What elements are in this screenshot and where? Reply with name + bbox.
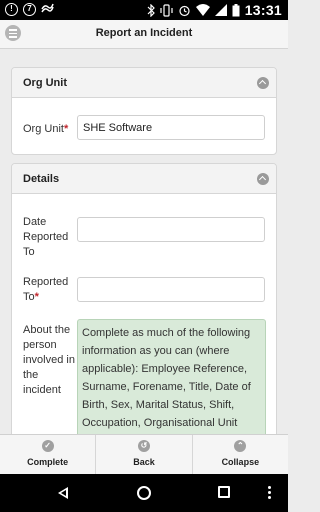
nav-home-icon[interactable] bbox=[137, 486, 151, 500]
status-bar-left: ! 7 bbox=[5, 3, 54, 16]
person-involved-label: About the person involved in the inciden… bbox=[23, 324, 75, 396]
org-unit-section: Org Unit Org Unit* bbox=[11, 67, 277, 155]
back-button-label: Back bbox=[133, 457, 155, 467]
org-unit-field[interactable] bbox=[77, 115, 265, 140]
nav-more-icon[interactable] bbox=[268, 486, 272, 500]
details-section: Details Date Reported To Reported To* Ab… bbox=[11, 163, 277, 434]
battery-icon bbox=[232, 3, 240, 16]
vibrate-icon bbox=[160, 3, 173, 17]
app-header: Report an Incident bbox=[0, 20, 288, 49]
org-unit-section-title: Org Unit bbox=[23, 77, 67, 89]
system-nav-bar bbox=[0, 474, 288, 512]
notification-7-icon: 7 bbox=[23, 3, 36, 16]
complete-button-label: Complete bbox=[27, 457, 69, 467]
person-involved-note: Complete as much of the following inform… bbox=[77, 319, 266, 434]
date-reported-to-label: Date Reported To bbox=[23, 216, 69, 258]
org-unit-label: Org Unit* bbox=[23, 123, 69, 135]
collapse-button-label: Collapse bbox=[221, 457, 260, 467]
back-arrow-icon: ↺ bbox=[137, 440, 150, 452]
required-mark: * bbox=[63, 123, 69, 135]
status-bar-right: 13:31 bbox=[147, 2, 282, 18]
details-section-header[interactable]: Details bbox=[12, 164, 276, 194]
usb-icon bbox=[41, 3, 54, 13]
form-content[interactable]: Org Unit Org Unit* Details Date Reported… bbox=[0, 50, 288, 434]
collapse-chevron-up-icon[interactable] bbox=[257, 77, 269, 89]
notification-badge-icon: ! bbox=[5, 3, 18, 16]
required-mark: * bbox=[34, 291, 39, 303]
wifi-icon bbox=[195, 4, 210, 16]
details-section-title: Details bbox=[23, 173, 60, 185]
back-button[interactable]: ↺ Back bbox=[96, 435, 193, 474]
page-title: Report an Incident bbox=[95, 27, 193, 39]
date-reported-to-field[interactable] bbox=[77, 217, 265, 242]
org-unit-section-header[interactable]: Org Unit bbox=[12, 68, 276, 98]
nav-back-icon[interactable] bbox=[58, 487, 68, 499]
collapse-chevron-up-icon[interactable] bbox=[257, 173, 269, 185]
chevron-up-icon: ⌃ bbox=[234, 440, 247, 452]
reported-to-label: Reported To* bbox=[23, 276, 69, 303]
reported-to-field[interactable] bbox=[77, 277, 265, 302]
bluetooth-icon bbox=[147, 3, 155, 17]
nav-recent-apps-icon[interactable] bbox=[218, 486, 230, 498]
signal-icon bbox=[214, 4, 227, 16]
bottom-toolbar: ✓ Complete ↺ Back ⌃ Collapse bbox=[0, 434, 288, 474]
alarm-icon bbox=[179, 5, 190, 16]
status-time: 13:31 bbox=[244, 2, 282, 18]
collapse-button[interactable]: ⌃ Collapse bbox=[193, 435, 288, 474]
complete-button[interactable]: ✓ Complete bbox=[0, 435, 97, 474]
status-bar: ! 7 13:31 bbox=[0, 0, 288, 20]
check-icon: ✓ bbox=[41, 440, 54, 452]
